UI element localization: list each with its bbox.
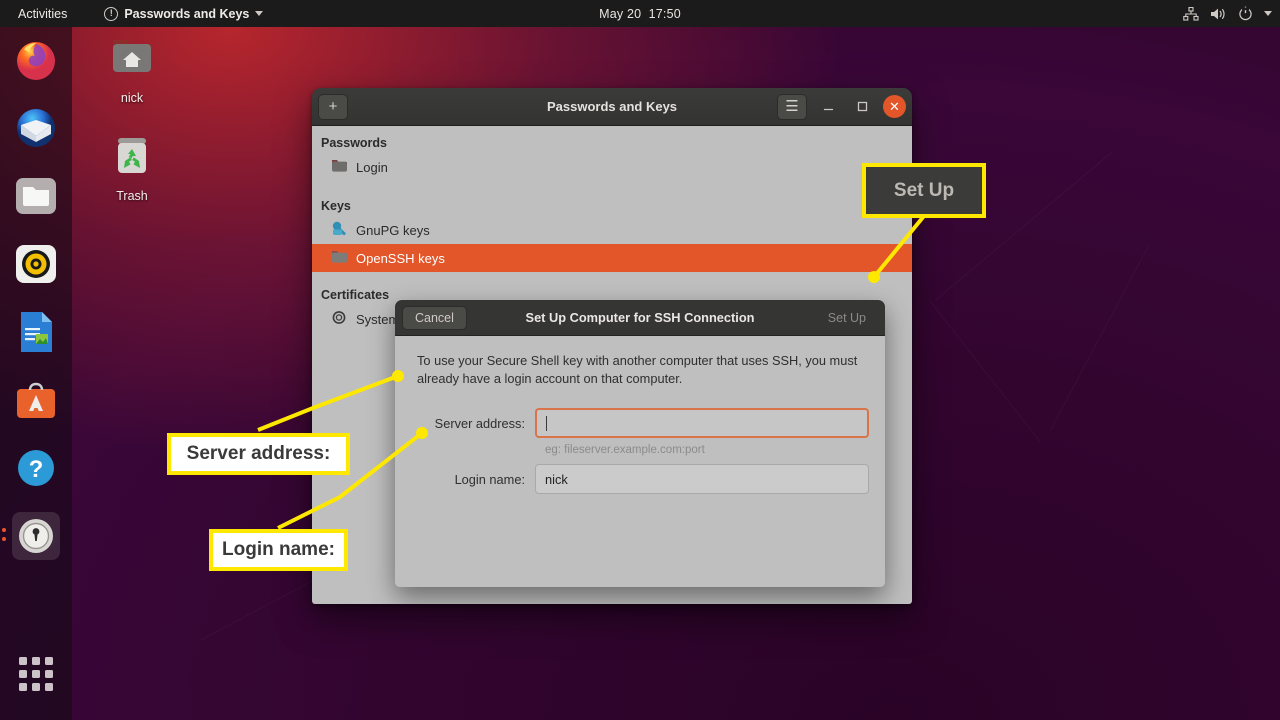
setup-callout: Set Up: [862, 163, 986, 218]
system-status-area[interactable]: [1183, 6, 1272, 21]
sidebar-header-keys: Keys: [321, 199, 351, 213]
app-menu-button[interactable]: ! Passwords and Keys: [97, 4, 270, 24]
desktop-screen: Activities ! Passwords and Keys May 20 1…: [0, 0, 1280, 720]
login-name-value: nick: [545, 471, 568, 487]
desktop-icon-home-folder[interactable]: nick: [86, 32, 178, 105]
dock-item-help[interactable]: ?: [12, 444, 60, 492]
wallpaper-line: [1050, 245, 1149, 431]
dock-item-passwords-and-keys[interactable]: [2, 512, 60, 560]
dialog-body: To use your Secure Shell key with anothe…: [395, 336, 885, 587]
activities-button[interactable]: Activities: [10, 4, 75, 24]
hamburger-menu-icon[interactable]: ☰: [777, 93, 807, 120]
desktop-icon-trash[interactable]: Trash: [86, 130, 178, 203]
ssh-setup-dialog: Cancel Set Up Computer for SSH Connectio…: [395, 300, 885, 587]
passwords-and-keys-window: + Passwords and Keys ☰ ✕ Passwords Login…: [312, 88, 912, 604]
sidebar-item-openssh-keys[interactable]: OpenSSH keys: [312, 244, 912, 272]
desktop-icon-label: Trash: [116, 189, 148, 203]
login-name-callout: Login name:: [209, 529, 348, 571]
volume-icon: [1210, 7, 1227, 21]
gnupg-key-icon: [331, 221, 348, 239]
set-up-button[interactable]: Set Up: [816, 307, 878, 329]
maximize-button[interactable]: [849, 94, 875, 120]
app-menu-label: Passwords and Keys: [124, 6, 250, 21]
dialog-headerbar: Cancel Set Up Computer for SSH Connectio…: [395, 300, 885, 336]
window-headerbar: + Passwords and Keys ☰ ✕: [312, 88, 912, 126]
server-address-label: Server address:: [434, 415, 525, 431]
dock-item-firefox[interactable]: [12, 36, 60, 84]
dock-item-libreoffice-writer[interactable]: [12, 308, 60, 356]
wallpaper-line: [929, 300, 1041, 442]
top-bar: Activities ! Passwords and Keys May 20 1…: [0, 0, 1280, 27]
cancel-button[interactable]: Cancel: [402, 305, 467, 330]
keyring-icon: [331, 158, 348, 176]
minimize-button[interactable]: [815, 94, 841, 120]
window-body: Passwords Login Keys GnuPG keys OpenSSH …: [312, 126, 912, 604]
server-address-callout-label: Server address:: [186, 443, 331, 464]
login-name-input[interactable]: nick: [535, 464, 869, 495]
dock-item-ubuntu-software[interactable]: [12, 376, 60, 424]
sidebar-item-label: GnuPG keys: [356, 222, 430, 238]
info-circle-icon: !: [104, 6, 119, 21]
login-name-callout-label: Login name:: [222, 539, 335, 560]
dock-item-thunderbird[interactable]: [12, 104, 60, 152]
desktop-icon-label: nick: [120, 91, 144, 105]
server-address-input[interactable]: [535, 408, 869, 439]
sidebar-item-gnupg-keys[interactable]: GnuPG keys: [312, 216, 912, 244]
network-icon: [1183, 6, 1199, 21]
svg-text:?: ?: [29, 456, 44, 483]
certificate-icon: [331, 310, 348, 328]
server-address-row: Server address:: [417, 408, 869, 439]
dock-item-rhythmbox[interactable]: [12, 240, 60, 288]
sidebar-item-label: OpenSSH keys: [356, 250, 445, 266]
server-address-callout: Server address:: [167, 433, 350, 475]
show-applications-button[interactable]: [12, 650, 60, 698]
login-name-label: Login name:: [454, 471, 525, 487]
add-new-button[interactable]: +: [318, 93, 348, 120]
login-name-row: Login name: nick: [417, 464, 869, 495]
text-cursor: [546, 415, 547, 431]
sidebar-item-login[interactable]: Login: [312, 153, 912, 181]
chevron-down-icon: [1264, 11, 1272, 16]
chevron-down-icon: [255, 11, 264, 16]
clock[interactable]: May 20 17:50: [599, 7, 681, 21]
setup-callout-label: Set Up: [893, 179, 955, 201]
dialog-description: To use your Secure Shell key with anothe…: [417, 353, 858, 387]
close-button[interactable]: ✕: [883, 95, 906, 118]
power-icon: [1238, 6, 1253, 21]
keyring-icon: [331, 249, 348, 267]
dock-item-files[interactable]: [12, 172, 60, 220]
sidebar-item-label: Login: [356, 159, 388, 175]
dock: ?: [0, 27, 72, 720]
dialog-title: Set Up Computer for SSH Connection: [525, 310, 755, 325]
server-address-hint: eg: fileserver.example.com:port: [545, 444, 705, 457]
sidebar-header-passwords: Passwords: [321, 136, 388, 150]
